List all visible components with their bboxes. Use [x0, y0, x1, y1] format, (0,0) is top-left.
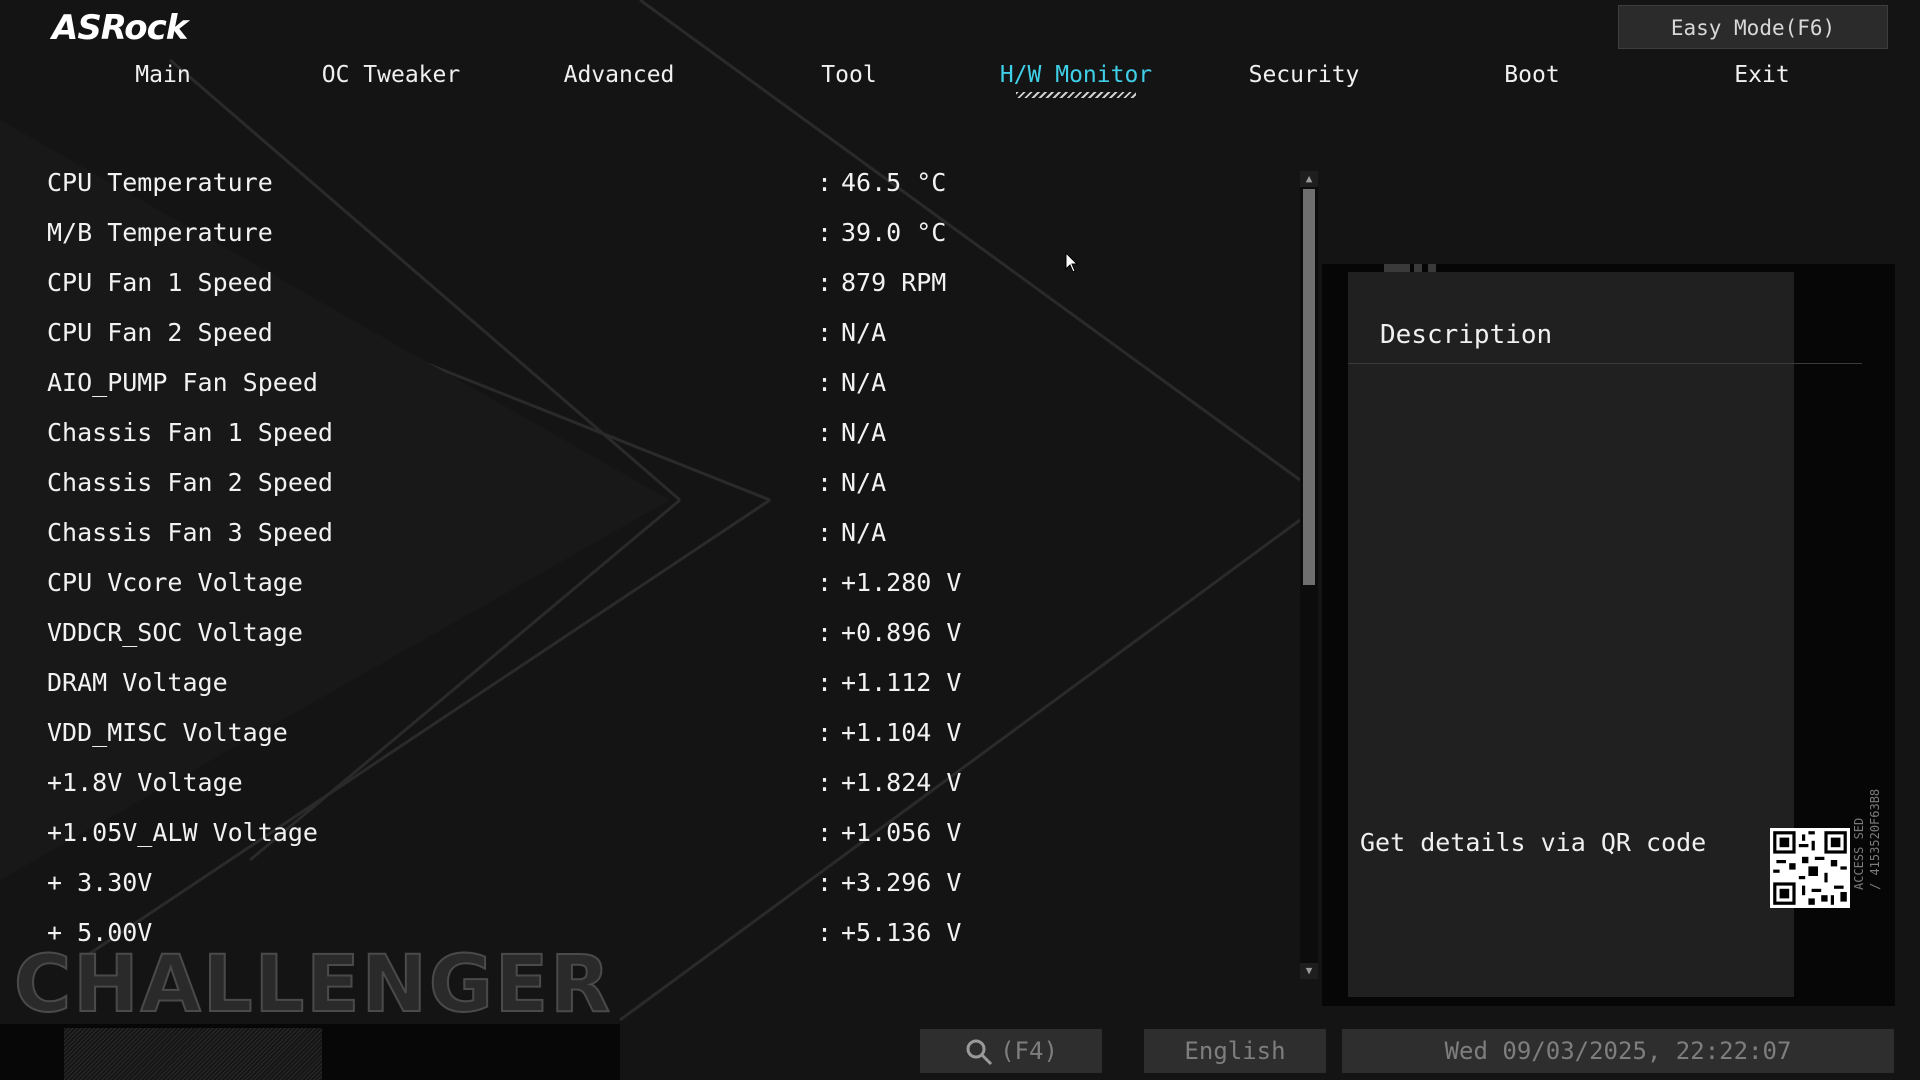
row-value: N/A	[841, 468, 887, 497]
monitor-row-cpu-fan-2-speed[interactable]: CPU Fan 2 Speed: N/A	[47, 312, 1297, 362]
row-separator: :	[817, 618, 833, 647]
arrow-down-icon[interactable]: ▼	[1300, 963, 1318, 979]
easy-mode-button[interactable]: Easy Mode(F6)	[1618, 5, 1888, 49]
description-divider	[1348, 363, 1862, 364]
main-navigation: Main OC Tweaker Advanced Tool H/W Monito…	[0, 58, 1920, 98]
tab-oc-tweaker[interactable]: OC Tweaker	[291, 58, 491, 92]
tab-security[interactable]: Security	[1204, 58, 1404, 92]
tab-main[interactable]: Main	[63, 58, 263, 92]
row-label: CPU Fan 1 Speed	[47, 268, 273, 297]
row-value: +1.104 V	[841, 718, 962, 747]
row-value: +1.112 V	[841, 668, 962, 697]
row-label: VDDCR_SOC Voltage	[47, 618, 303, 647]
row-value: 46.5 °C	[841, 168, 947, 197]
row-separator: :	[817, 368, 833, 397]
monitor-row-mb-temperature[interactable]: M/B Temperature:39.0 °C	[47, 212, 1297, 262]
row-separator: :	[817, 718, 833, 747]
qr-code-caption: Get details via QR code	[1360, 828, 1707, 857]
row-separator: :	[817, 668, 833, 697]
tab-tool[interactable]: Tool	[749, 58, 949, 92]
mouse-cursor-icon	[1065, 252, 1079, 273]
monitor-row-aio-pump-fan-speed[interactable]: AIO_PUMP Fan Speed: N/A	[47, 362, 1297, 412]
row-value: 39.0 °C	[841, 218, 947, 247]
row-label: Chassis Fan 1 Speed	[47, 418, 333, 447]
row-label: Chassis Fan 3 Speed	[47, 518, 333, 547]
language-button[interactable]: English	[1144, 1029, 1326, 1073]
row-separator: :	[817, 418, 833, 447]
monitor-row-1-05v-alw-voltage[interactable]: +1.05V_ALW Voltage: +1.056 V	[47, 812, 1297, 862]
monitor-row-chassis-fan-1-speed[interactable]: Chassis Fan 1 Speed: N/A	[47, 412, 1297, 462]
row-value: N/A	[841, 368, 887, 397]
arrow-up-icon[interactable]: ▲	[1300, 171, 1318, 187]
row-value: +1.280 V	[841, 568, 962, 597]
tab-boot[interactable]: Boot	[1432, 58, 1632, 92]
row-value: +0.896 V	[841, 618, 962, 647]
row-label: +1.8V Voltage	[47, 768, 243, 797]
panel-decoration	[1414, 264, 1422, 272]
monitor-row-cpu-vcore-voltage[interactable]: CPU Vcore Voltage: +1.280 V	[47, 562, 1297, 612]
qr-side-text: ACCESS SED	[1852, 817, 1866, 890]
monitor-row-chassis-fan-2-speed[interactable]: Chassis Fan 2 Speed: N/A	[47, 462, 1297, 512]
active-tab-indicator	[1016, 92, 1136, 98]
panel-decoration	[1384, 264, 1410, 272]
row-separator: :	[817, 468, 833, 497]
qr-side-text: / 4153520F63B8	[1868, 788, 1882, 890]
footer-decoration	[64, 1028, 322, 1080]
challenger-watermark: CHALLENGER	[13, 940, 613, 1030]
row-value: 879 RPM	[841, 268, 947, 297]
row-separator: :	[817, 918, 833, 947]
row-label: M/B Temperature	[47, 218, 273, 247]
search-shortcut-label: (F4)	[1000, 1037, 1058, 1065]
row-label: CPU Temperature	[47, 168, 273, 197]
qr-code-icon	[1770, 828, 1850, 908]
row-label: Chassis Fan 2 Speed	[47, 468, 333, 497]
row-separator: :	[817, 168, 833, 197]
monitor-row-3-30v[interactable]: + 3.30V: +3.296 V	[47, 862, 1297, 912]
row-separator: :	[817, 768, 833, 797]
row-label: +1.05V_ALW Voltage	[47, 818, 318, 847]
list-scrollbar[interactable]: ▲ ▼	[1300, 171, 1318, 979]
row-separator: :	[817, 868, 833, 897]
monitor-row-1-8v-voltage[interactable]: +1.8V Voltage: +1.824 V	[47, 762, 1297, 812]
monitor-row-vdd-misc-voltage[interactable]: VDD_MISC Voltage: +1.104 V	[47, 712, 1297, 762]
row-label: + 3.30V	[47, 868, 153, 897]
row-separator: :	[817, 518, 833, 547]
hardware-monitor-list: CPU Temperature:46.5 °C M/B Temperature:…	[47, 162, 1297, 962]
tab-exit[interactable]: Exit	[1662, 58, 1862, 92]
row-value: N/A	[841, 318, 887, 347]
search-icon	[966, 1039, 993, 1066]
monitor-row-chassis-fan-3-speed[interactable]: Chassis Fan 3 Speed: N/A	[47, 512, 1297, 562]
row-label: AIO_PUMP Fan Speed	[47, 368, 318, 397]
row-separator: :	[817, 818, 833, 847]
monitor-row-cpu-temperature[interactable]: CPU Temperature:46.5 °C	[47, 162, 1297, 212]
tab-hw-monitor[interactable]: H/W Monitor	[976, 58, 1176, 98]
row-separator: :	[817, 568, 833, 597]
asrock-logo: ASRock	[52, 8, 188, 48]
search-button[interactable]: (F4)	[920, 1029, 1102, 1073]
row-value: +5.136 V	[841, 918, 962, 947]
panel-decoration	[1428, 264, 1436, 272]
datetime-display: Wed 09/03/2025, 22:22:07	[1342, 1029, 1894, 1073]
row-value: N/A	[841, 518, 887, 547]
scrollbar-thumb[interactable]	[1303, 189, 1315, 585]
tab-hw-monitor-label: H/W Monitor	[999, 62, 1153, 88]
row-label: DRAM Voltage	[47, 668, 228, 697]
row-label: CPU Vcore Voltage	[47, 568, 303, 597]
row-label: VDD_MISC Voltage	[47, 718, 288, 747]
row-value: +1.824 V	[841, 768, 962, 797]
monitor-row-vddcr-soc-voltage[interactable]: VDDCR_SOC Voltage: +0.896 V	[47, 612, 1297, 662]
monitor-row-dram-voltage[interactable]: DRAM Voltage: +1.112 V	[47, 662, 1297, 712]
row-value: +3.296 V	[841, 868, 962, 897]
row-separator: :	[817, 218, 833, 247]
monitor-row-cpu-fan-1-speed[interactable]: CPU Fan 1 Speed:879 RPM	[47, 262, 1297, 312]
row-separator: :	[817, 318, 833, 347]
row-label: CPU Fan 2 Speed	[47, 318, 273, 347]
row-value: N/A	[841, 418, 887, 447]
description-title: Description	[1380, 320, 1553, 350]
row-separator: :	[817, 268, 833, 297]
row-value: +1.056 V	[841, 818, 962, 847]
tab-advanced[interactable]: Advanced	[519, 58, 719, 92]
description-content-area	[1348, 272, 1794, 997]
